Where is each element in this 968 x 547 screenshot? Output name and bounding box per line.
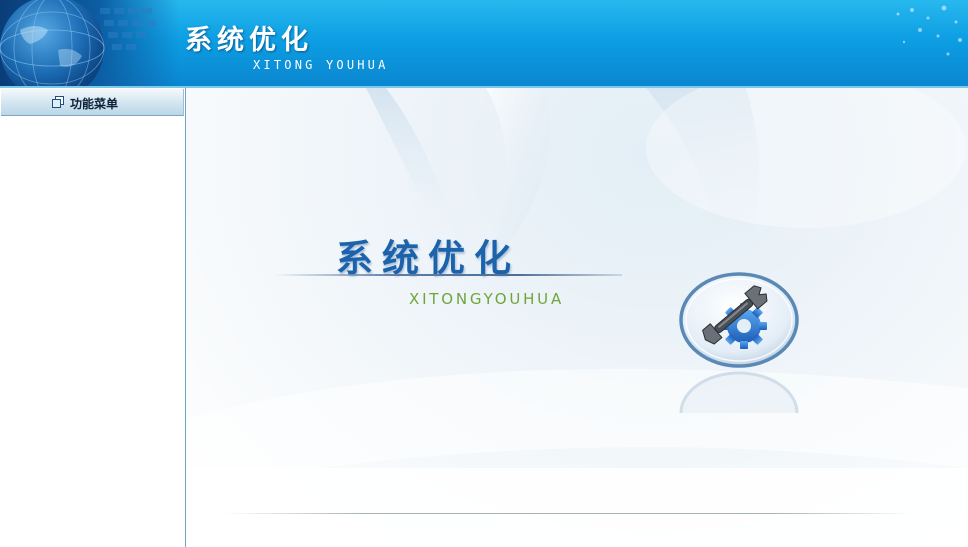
logo-underline (274, 274, 622, 276)
sidebar-menu-header[interactable]: 功能菜单 (1, 89, 184, 116)
app-title: 系统优化 (185, 25, 313, 56)
decorative-dots (896, 5, 962, 56)
sidebar: 功能菜单 (0, 88, 186, 547)
app-header: 系统优化 XITONG YOUHUA (0, 0, 968, 88)
globe-icon (0, 0, 180, 88)
badge-reflection (679, 371, 799, 413)
sidebar-menu-title: 功能菜单 (70, 97, 119, 111)
windows-icon (52, 96, 64, 108)
background-art (186, 88, 968, 547)
app-subtitle: XITONG YOUHUA (253, 58, 389, 72)
logo-subtitle: XITONGYOUHUA (409, 290, 565, 308)
footer-divider (224, 513, 914, 514)
main-content: 系统优化 XITONGYOUHUA (186, 88, 968, 547)
wrench-gear-icon (679, 272, 799, 368)
